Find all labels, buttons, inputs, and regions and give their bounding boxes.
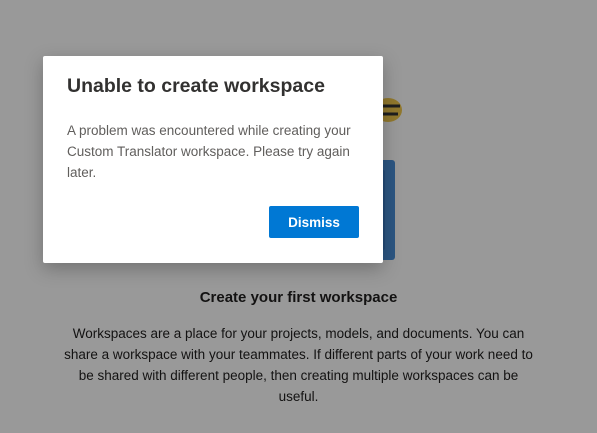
- dialog-title: Unable to create workspace: [67, 75, 325, 97]
- dismiss-button[interactable]: Dismiss: [269, 206, 359, 238]
- error-dialog: Unable to create workspace A problem was…: [43, 56, 383, 263]
- page: Create your first workspace Workspaces a…: [0, 0, 597, 433]
- dialog-message: A problem was encountered while creating…: [67, 123, 351, 180]
